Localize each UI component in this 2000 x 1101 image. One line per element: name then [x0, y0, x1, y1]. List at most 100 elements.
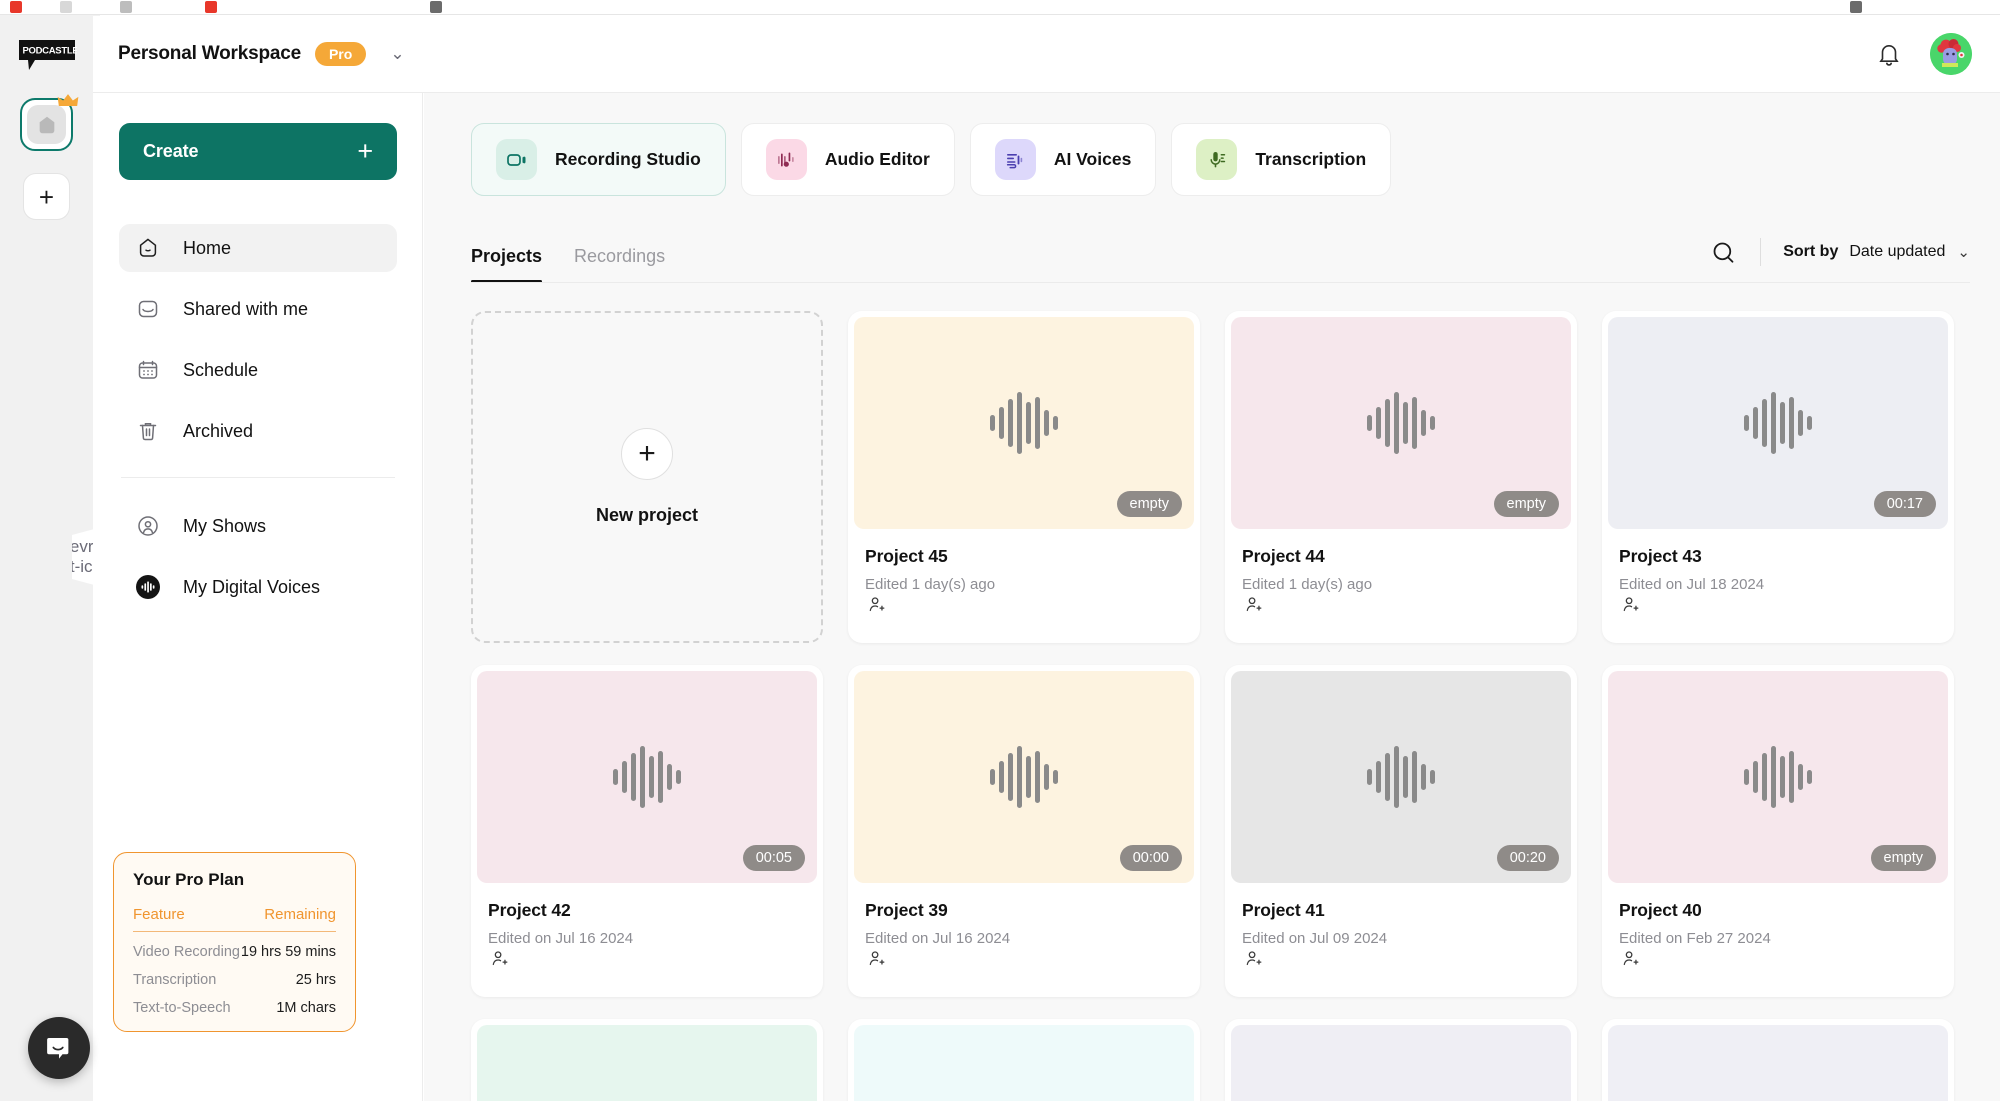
sidebar-item-home[interactable]: Home — [119, 224, 397, 272]
tab-label: Projects — [471, 246, 542, 266]
create-button[interactable]: Create + — [119, 123, 397, 180]
camera-icon — [496, 139, 537, 180]
project-card[interactable]: empty Project 44 Edited 1 day(s) ago — [1225, 311, 1577, 643]
avatar[interactable] — [1930, 33, 1972, 75]
project-card[interactable] — [848, 1019, 1200, 1101]
tab-label: Recordings — [574, 246, 665, 266]
status-badge: 00:05 — [743, 845, 805, 871]
browser-bookmarks-bar — [0, 0, 2000, 14]
project-title: Project 41 — [1242, 900, 1560, 921]
home-icon — [135, 235, 161, 261]
browser-divider — [0, 14, 2000, 15]
svg-text:PODCASTLE: PODCASTLE — [23, 46, 78, 57]
plan-remaining: 19 hrs 59 mins — [241, 944, 336, 960]
sort-value[interactable]: Date updated — [1849, 243, 1945, 261]
waveform-icon — [990, 392, 1058, 454]
tool-card-recording-studio[interactable]: Recording Studio — [471, 123, 726, 196]
add-workspace-button[interactable]: + — [23, 173, 70, 220]
bookmark-item[interactable] — [120, 0, 132, 14]
sidebar-item-label: Archived — [183, 421, 253, 442]
sidebar-item-label: My Shows — [183, 516, 266, 537]
crown-icon — [57, 93, 79, 108]
sidebar-item-my-digital-voices[interactable]: My Digital Voices — [119, 563, 397, 611]
intercom-chat-button[interactable] — [28, 1017, 90, 1079]
shows-icon — [135, 513, 161, 539]
project-card[interactable]: 00:17 Project 43 Edited on Jul 18 2024 — [1602, 311, 1954, 643]
tools-row: Recording Studio Audio Editor — [424, 93, 2000, 196]
add-collaborator-icon[interactable] — [1242, 956, 1264, 973]
project-card[interactable]: empty Project 40 Edited on Feb 27 2024 — [1602, 665, 1954, 997]
bookmark-item[interactable] — [10, 0, 22, 14]
sidebar-divider — [121, 477, 395, 478]
sidebar-item-my-shows[interactable]: My Shows — [119, 502, 397, 550]
project-subtitle: Edited on Jul 16 2024 — [865, 930, 1183, 947]
bookmark-item[interactable] — [1850, 0, 1862, 14]
add-collaborator-icon[interactable] — [865, 602, 887, 619]
tabs-row: Projects Recordings Sort by Date updated… — [424, 196, 2000, 283]
plan-row: Text-to-Speech 1M chars — [133, 1000, 336, 1016]
waveform-icon — [613, 746, 681, 808]
project-thumbnail: 00:05 — [477, 671, 817, 883]
plan-feature: Text-to-Speech — [133, 1000, 231, 1016]
pro-plan-card[interactable]: Your Pro Plan Feature Remaining Video Re… — [113, 852, 356, 1032]
toolbar-divider — [1760, 238, 1761, 266]
waveform-icon — [1367, 392, 1435, 454]
project-card[interactable]: empty Project 45 Edited 1 day(s) ago — [848, 311, 1200, 643]
add-collaborator-icon[interactable] — [1619, 602, 1641, 619]
sidebar-item-schedule[interactable]: Schedule — [119, 346, 397, 394]
project-card[interactable]: 00:00 Project 39 Edited on Jul 16 2024 — [848, 665, 1200, 997]
trash-icon — [135, 418, 161, 444]
search-icon[interactable] — [1704, 233, 1742, 271]
tool-card-label: AI Voices — [1054, 149, 1132, 170]
sidebar-item-label: Home — [183, 238, 231, 259]
workspace-switcher-chevron-down-icon[interactable]: ⌄ — [390, 44, 404, 64]
add-collaborator-icon[interactable] — [1619, 956, 1641, 973]
project-card[interactable]: 00:05 Project 42 Edited on Jul 16 2024 — [471, 665, 823, 997]
project-subtitle: Edited on Jul 16 2024 — [488, 930, 806, 947]
project-subtitle: Edited on Jul 18 2024 — [1619, 576, 1937, 593]
project-meta: Project 45 Edited 1 day(s) ago — [854, 529, 1194, 620]
plan-col-remaining: Remaining — [264, 906, 336, 923]
bookmark-item[interactable] — [430, 0, 442, 14]
ai-voices-icon — [995, 139, 1036, 180]
bookmark-item[interactable] — [60, 0, 72, 14]
waveform-icon — [1367, 746, 1435, 808]
audio-wave-icon — [766, 139, 807, 180]
sidebar-item-label: My Digital Voices — [183, 577, 320, 598]
new-project-card[interactable]: + New project — [471, 311, 823, 643]
top-bar: Personal Workspace Pro ⌄ — [93, 16, 2000, 93]
waveform-icon — [1744, 392, 1812, 454]
project-title: Project 45 — [865, 546, 1183, 567]
project-card[interactable]: 00:20 Project 41 Edited on Jul 09 2024 — [1225, 665, 1577, 997]
project-subtitle: Edited 1 day(s) ago — [1242, 576, 1560, 593]
workspace-home-icon — [27, 105, 66, 144]
tool-card-transcription[interactable]: Transcription — [1171, 123, 1391, 196]
sidebar-item-archived[interactable]: Archived — [119, 407, 397, 455]
add-collaborator-icon[interactable] — [1242, 602, 1264, 619]
podcastle-logo[interactable]: PODCASTLE — [17, 38, 77, 72]
project-card[interactable] — [1225, 1019, 1577, 1101]
projects-grid: + New project empty Project 45 Edited 1 … — [424, 283, 2000, 1101]
project-meta: Project 43 Edited on Jul 18 2024 — [1608, 529, 1948, 620]
add-collaborator-icon[interactable] — [865, 956, 887, 973]
bookmark-item[interactable] — [205, 0, 217, 14]
tool-card-ai-voices[interactable]: AI Voices — [970, 123, 1157, 196]
plan-feature: Video Recording — [133, 944, 240, 960]
tab-projects[interactable]: Projects — [471, 246, 542, 283]
project-title: Project 40 — [1619, 900, 1937, 921]
sidebar-item-label: Shared with me — [183, 299, 308, 320]
project-title: Project 43 — [1619, 546, 1937, 567]
tab-recordings[interactable]: Recordings — [574, 246, 665, 283]
bell-icon[interactable] — [1876, 41, 1902, 68]
microphone-icon — [1196, 139, 1237, 180]
plan-feature: Transcription — [133, 972, 216, 988]
sidebar-item-shared-with-me[interactable]: Shared with me — [119, 285, 397, 333]
project-card[interactable] — [471, 1019, 823, 1101]
chat-bubble-icon — [44, 1033, 74, 1063]
chevron-down-icon[interactable]: ⌄ — [1957, 243, 1970, 261]
project-meta: Project 41 Edited on Jul 09 2024 — [1231, 883, 1571, 974]
workspace-avatar-button[interactable] — [20, 98, 73, 151]
tool-card-audio-editor[interactable]: Audio Editor — [741, 123, 955, 196]
add-collaborator-icon[interactable] — [488, 956, 510, 973]
project-card[interactable] — [1602, 1019, 1954, 1101]
